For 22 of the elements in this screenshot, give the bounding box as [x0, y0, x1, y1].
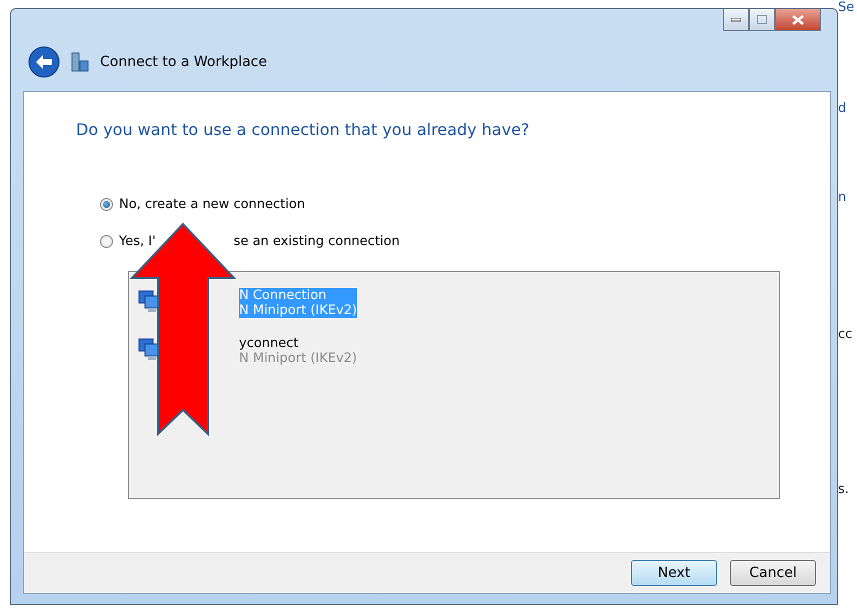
- maximize-icon: [757, 15, 767, 24]
- window-title: Connect to a Workplace: [100, 54, 267, 70]
- cancel-button[interactable]: Cancel: [730, 560, 816, 586]
- radio-button[interactable]: [100, 235, 113, 248]
- close-icon: [792, 14, 804, 24]
- close-button[interactable]: [775, 9, 821, 31]
- background-text: s.: [838, 482, 850, 497]
- minimize-icon: [731, 18, 741, 22]
- office-network-icon: [70, 51, 90, 73]
- background-text: n: [838, 190, 848, 205]
- background-text: Se: [838, 0, 856, 15]
- radio-label[interactable]: Yes, I': [119, 234, 156, 249]
- radio-label[interactable]: se an existing connection: [234, 234, 400, 249]
- maximize-button[interactable]: [749, 9, 775, 31]
- connection-item[interactable]: yconnect N Miniport (IKEv2): [239, 336, 357, 366]
- minimize-button[interactable]: [723, 9, 749, 31]
- page-heading: Do you want to use a connection that you already have?: [76, 120, 530, 139]
- next-button[interactable]: Next: [631, 560, 717, 586]
- radio-button[interactable]: [100, 198, 113, 211]
- background-text: d: [838, 101, 848, 116]
- radio-label[interactable]: No, create a new connection: [119, 197, 306, 212]
- background-text: cc: [838, 327, 854, 342]
